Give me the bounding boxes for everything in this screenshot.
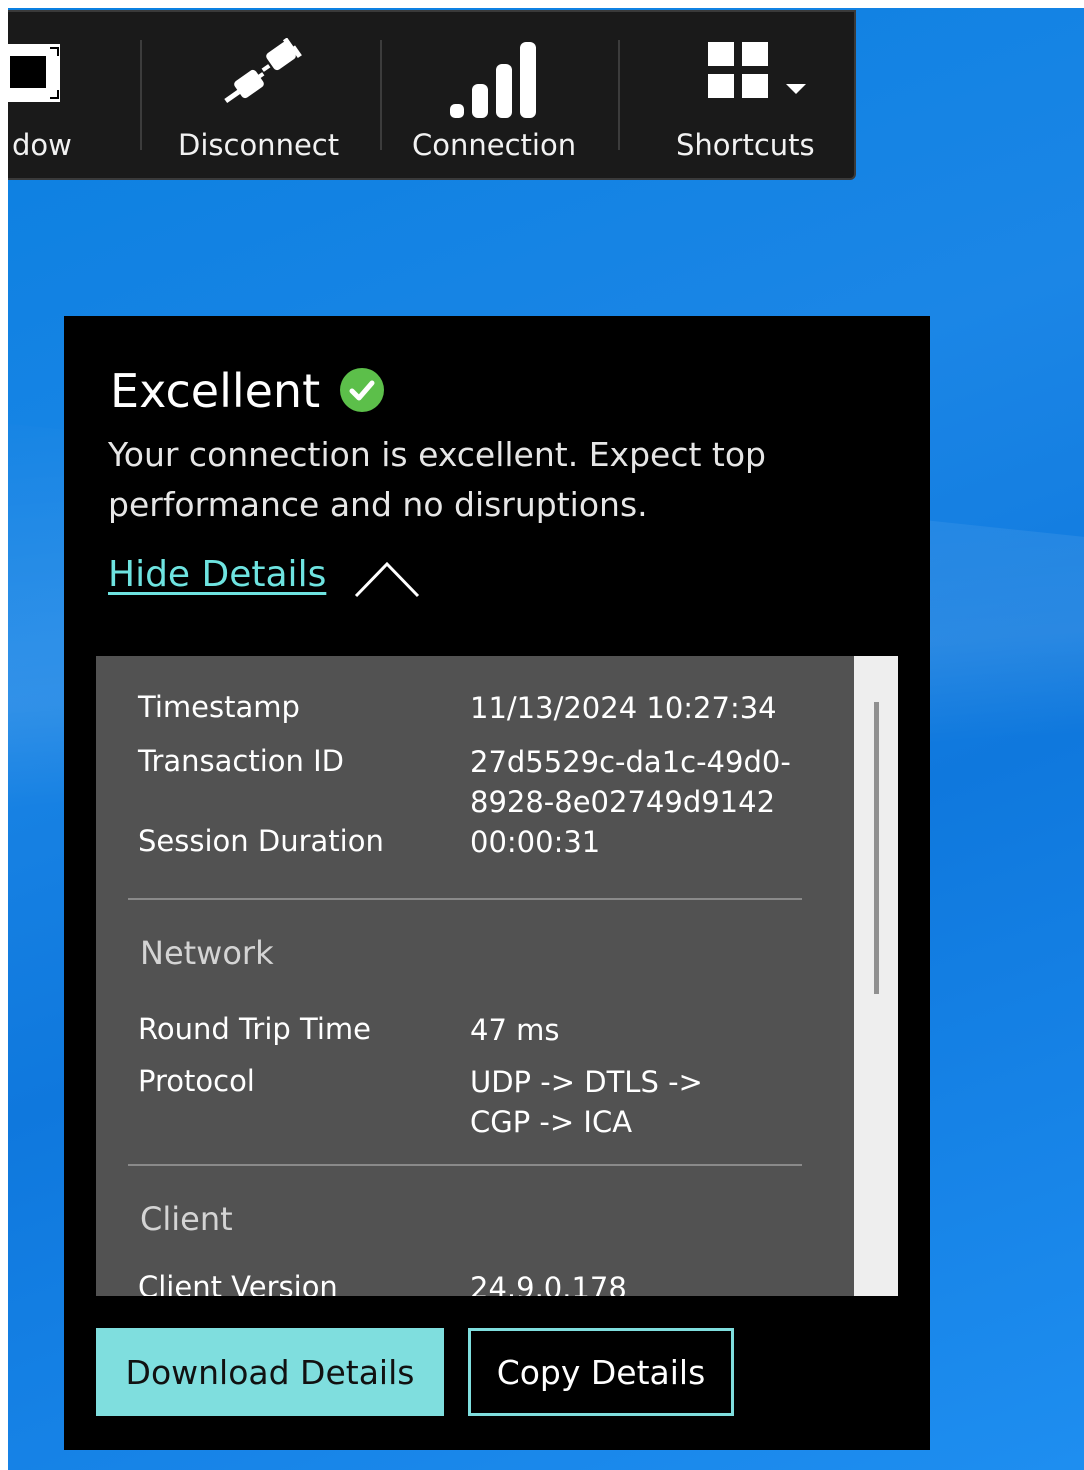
toolbar-connection-button[interactable]: Connection: [382, 12, 618, 178]
detail-value: UDP -> DTLS -> CGP -> ICA: [470, 1065, 703, 1139]
toolbar-window-label: dow: [12, 128, 72, 162]
signal-bars-icon: [450, 42, 554, 122]
detail-value: 24.9.0.178: [470, 1271, 627, 1296]
detail-value: 27d5529c-da1c-49d0-8928-8e02749d9142: [470, 745, 791, 819]
connection-status-panel: Excellent Your connection is excellent. …: [64, 316, 930, 1450]
section-divider: [128, 1164, 802, 1166]
detail-value: 00:00:31: [470, 825, 601, 859]
chevron-up-icon[interactable]: [354, 560, 420, 604]
detail-value: 11/13/2024 10:27:34: [470, 691, 777, 725]
toolbar-disconnect-button[interactable]: Disconnect: [142, 12, 382, 178]
download-details-button[interactable]: Download Details: [96, 1328, 444, 1416]
toolbar-shortcuts-label: Shortcuts: [676, 128, 815, 162]
detail-label: Client Version: [138, 1270, 338, 1296]
scrollbar-thumb[interactable]: [874, 702, 879, 994]
window-icon: [8, 42, 62, 110]
hide-details-link[interactable]: Hide Details: [108, 554, 326, 595]
section-divider: [128, 898, 802, 900]
plug-icon: [222, 37, 306, 112]
detail-label: Transaction ID: [138, 744, 345, 778]
toolbar-window-button[interactable]: dow: [8, 12, 138, 178]
status-title: Excellent: [110, 364, 321, 418]
detail-label: Round Trip Time: [138, 1012, 372, 1046]
copy-details-button[interactable]: Copy Details: [468, 1328, 734, 1416]
scrollbar-track[interactable]: [854, 656, 898, 1296]
client-section-title: Client: [140, 1200, 233, 1238]
check-circle-icon: [340, 368, 384, 412]
session-toolbar: dow Disconnect Connection Shortcuts: [8, 10, 856, 180]
detail-value: 47 ms: [470, 1013, 560, 1047]
details-scroll-area[interactable]: Timestamp 11/13/2024 10:27:34 Transactio…: [96, 656, 898, 1296]
toolbar-connection-label: Connection: [412, 128, 577, 162]
status-description: Your connection is excellent. Expect top…: [108, 435, 766, 524]
network-section-title: Network: [140, 934, 274, 972]
toolbar-disconnect-label: Disconnect: [178, 128, 340, 162]
detail-label: Timestamp: [138, 690, 300, 724]
toolbar-shortcuts-button[interactable]: Shortcuts: [620, 12, 854, 178]
detail-label: Protocol: [138, 1064, 255, 1098]
grid-icon: [708, 42, 818, 106]
detail-label: Session Duration: [138, 824, 384, 858]
